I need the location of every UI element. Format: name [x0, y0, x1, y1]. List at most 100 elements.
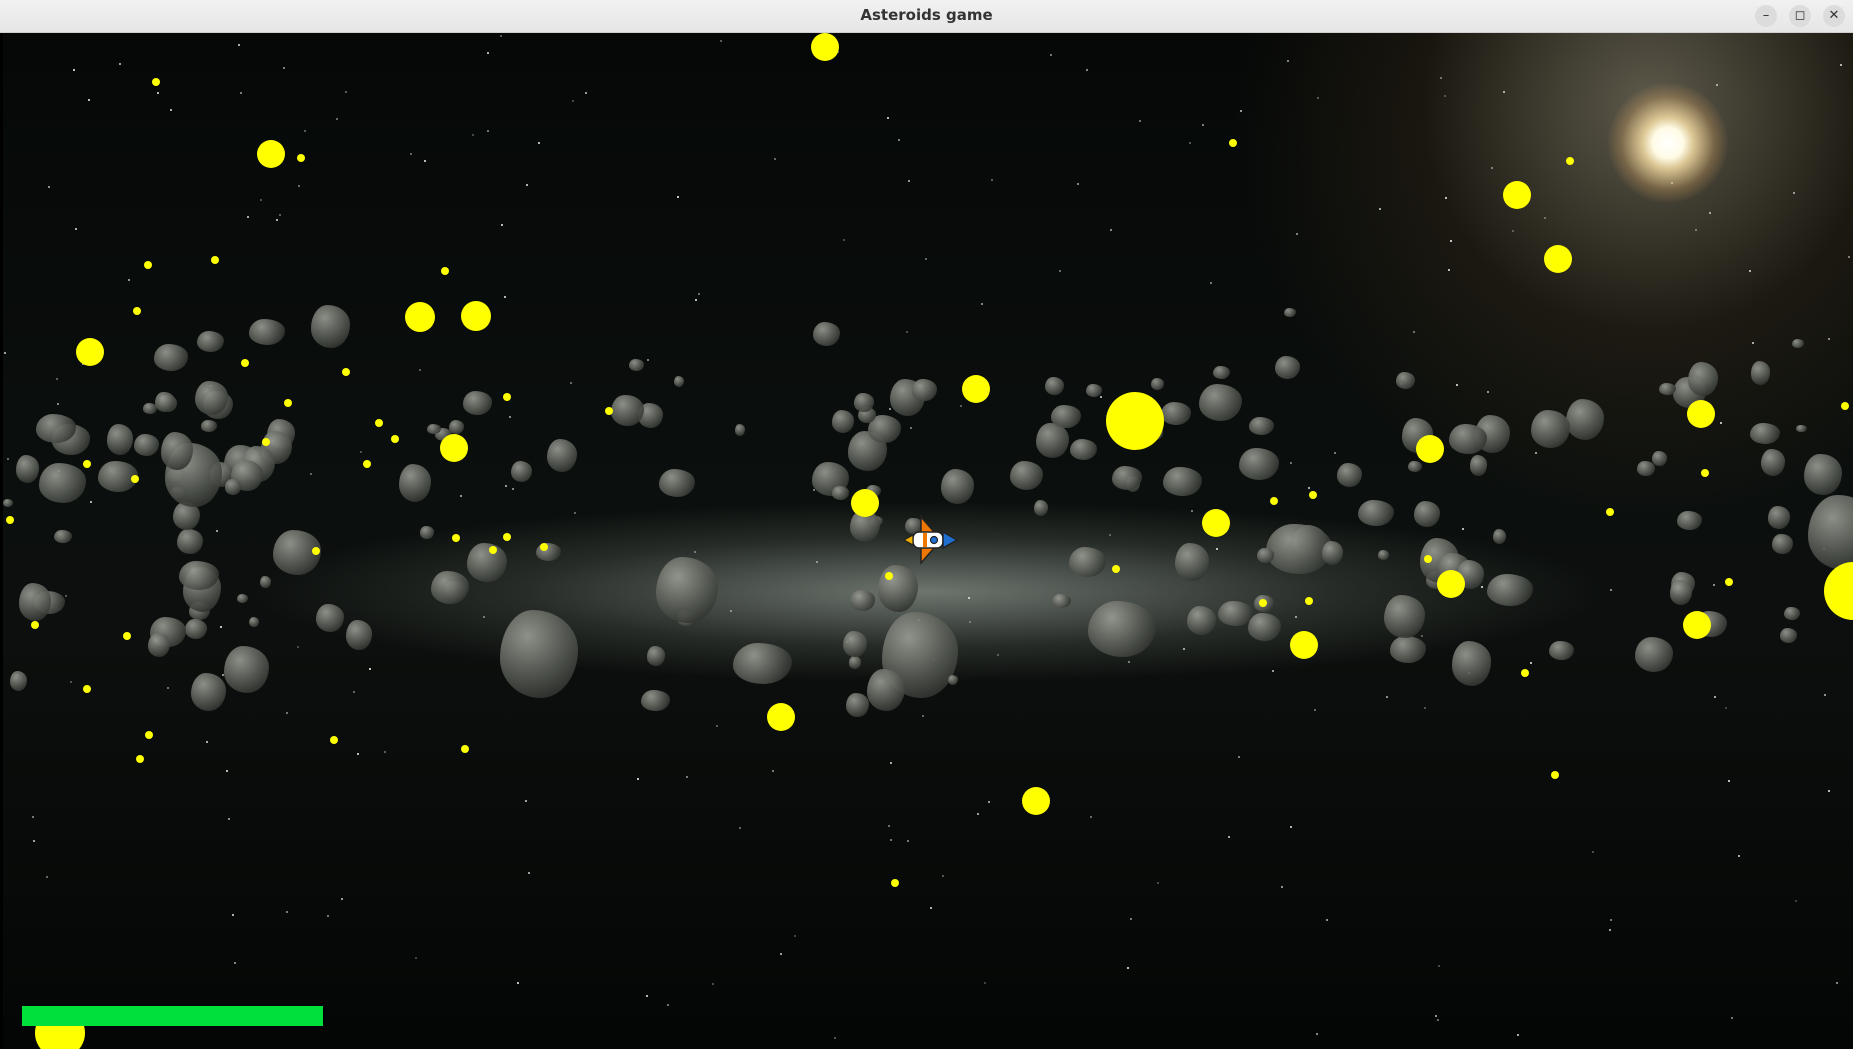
asteroid-rock	[1549, 640, 1575, 660]
star	[694, 551, 697, 554]
star	[216, 529, 219, 532]
star	[1183, 647, 1186, 650]
asteroid-rock	[1036, 423, 1069, 458]
star	[1462, 527, 1465, 530]
asteroid-rock	[854, 393, 874, 412]
asteroid-rock	[1750, 361, 1771, 385]
asteroid-rock	[878, 564, 918, 613]
star	[907, 179, 910, 182]
star	[500, 34, 503, 37]
asteroid-rock	[1390, 635, 1427, 663]
asteroid-rock	[36, 414, 77, 443]
star	[340, 897, 343, 900]
star	[297, 646, 300, 648]
game-window: Asteroids game – ◻ ✕	[0, 0, 1853, 1049]
star	[981, 303, 984, 306]
collectible-orb-icon	[441, 267, 449, 275]
star	[720, 40, 723, 43]
star	[960, 405, 963, 408]
star	[1437, 1018, 1440, 1021]
maximize-button[interactable]: ◻	[1789, 5, 1811, 27]
star	[1609, 919, 1612, 922]
collectible-orb-icon	[76, 338, 104, 366]
star	[45, 875, 48, 878]
star	[715, 725, 718, 728]
star	[1695, 229, 1698, 232]
star	[1503, 91, 1506, 94]
star	[286, 910, 289, 913]
collectible-orb-icon	[133, 307, 141, 315]
close-button[interactable]: ✕	[1823, 5, 1845, 27]
star	[1720, 422, 1723, 425]
collectible-orb-icon	[284, 399, 292, 407]
collectible-orb-icon	[83, 685, 91, 693]
star	[1487, 390, 1490, 393]
collectible-orb-icon	[1305, 597, 1313, 605]
maximize-icon: ◻	[1794, 8, 1806, 23]
star	[991, 179, 994, 182]
collectible-orb-icon	[962, 375, 990, 403]
collectible-orb-icon	[83, 460, 91, 468]
collectible-orb-icon	[540, 543, 548, 551]
asteroid-rock	[1212, 365, 1230, 380]
star	[128, 278, 131, 281]
asteroid-rock	[225, 479, 241, 495]
asteroid-rock	[153, 343, 189, 371]
asteroid-rock	[54, 529, 73, 544]
star	[1139, 119, 1142, 122]
collectible-orb-icon	[131, 475, 139, 483]
star	[1424, 706, 1427, 709]
star	[889, 761, 892, 764]
star	[1307, 487, 1310, 490]
star	[977, 813, 980, 816]
star	[1421, 634, 1424, 637]
asteroid-rock	[201, 420, 217, 432]
star	[1480, 586, 1483, 589]
star	[303, 130, 306, 133]
star	[247, 216, 250, 219]
star	[676, 196, 679, 199]
collectible-orb-icon	[312, 547, 320, 555]
star	[460, 495, 463, 498]
star	[730, 610, 733, 613]
collectible-orb-icon	[144, 261, 152, 269]
star	[234, 961, 237, 964]
title-bar[interactable]: Asteroids game – ◻ ✕	[0, 0, 1853, 33]
star	[969, 621, 972, 624]
asteroid-rock	[398, 464, 431, 503]
star	[1609, 929, 1612, 932]
asteroid-rock	[177, 528, 203, 555]
star	[922, 715, 925, 718]
collectible-orb-icon	[1503, 181, 1531, 209]
asteroid-rock	[846, 693, 869, 717]
star	[925, 258, 928, 261]
collectible-orb-icon	[123, 632, 131, 640]
star	[72, 68, 75, 71]
asteroid-rock	[1198, 384, 1242, 422]
asteroid-rock	[1413, 501, 1441, 527]
game-canvas[interactable]	[3, 33, 1853, 1049]
minimize-button[interactable]: –	[1755, 5, 1777, 27]
health-bar	[22, 1006, 323, 1026]
star	[1210, 282, 1213, 285]
star	[739, 826, 742, 829]
star	[360, 451, 363, 454]
star	[283, 67, 286, 70]
asteroid-rock	[1217, 601, 1253, 627]
star	[1378, 208, 1381, 211]
collectible-orb-icon	[1725, 578, 1733, 586]
star	[1456, 383, 1459, 386]
asteroid-rock	[1248, 612, 1282, 642]
star	[1435, 1014, 1438, 1017]
collectible-orb-icon	[489, 546, 497, 554]
star	[1848, 256, 1851, 259]
asteroid-rock	[224, 646, 270, 693]
star	[1216, 547, 1219, 550]
star	[1529, 662, 1532, 665]
asteroid-rock	[1045, 377, 1065, 396]
collectible-orb-icon	[363, 460, 371, 468]
asteroid-rock	[850, 590, 876, 611]
star	[220, 625, 223, 628]
collectible-orb-icon	[767, 703, 795, 731]
collectible-orb-icon	[1841, 402, 1849, 410]
